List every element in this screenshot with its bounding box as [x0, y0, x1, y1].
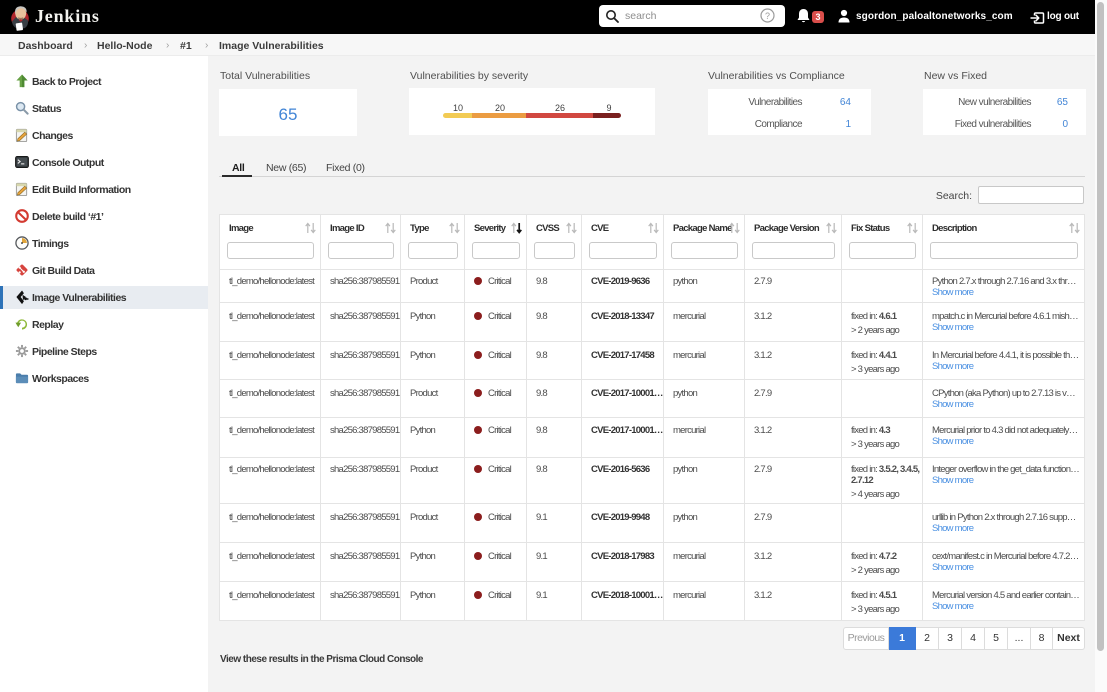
svg-text:?: ? — [765, 11, 770, 21]
